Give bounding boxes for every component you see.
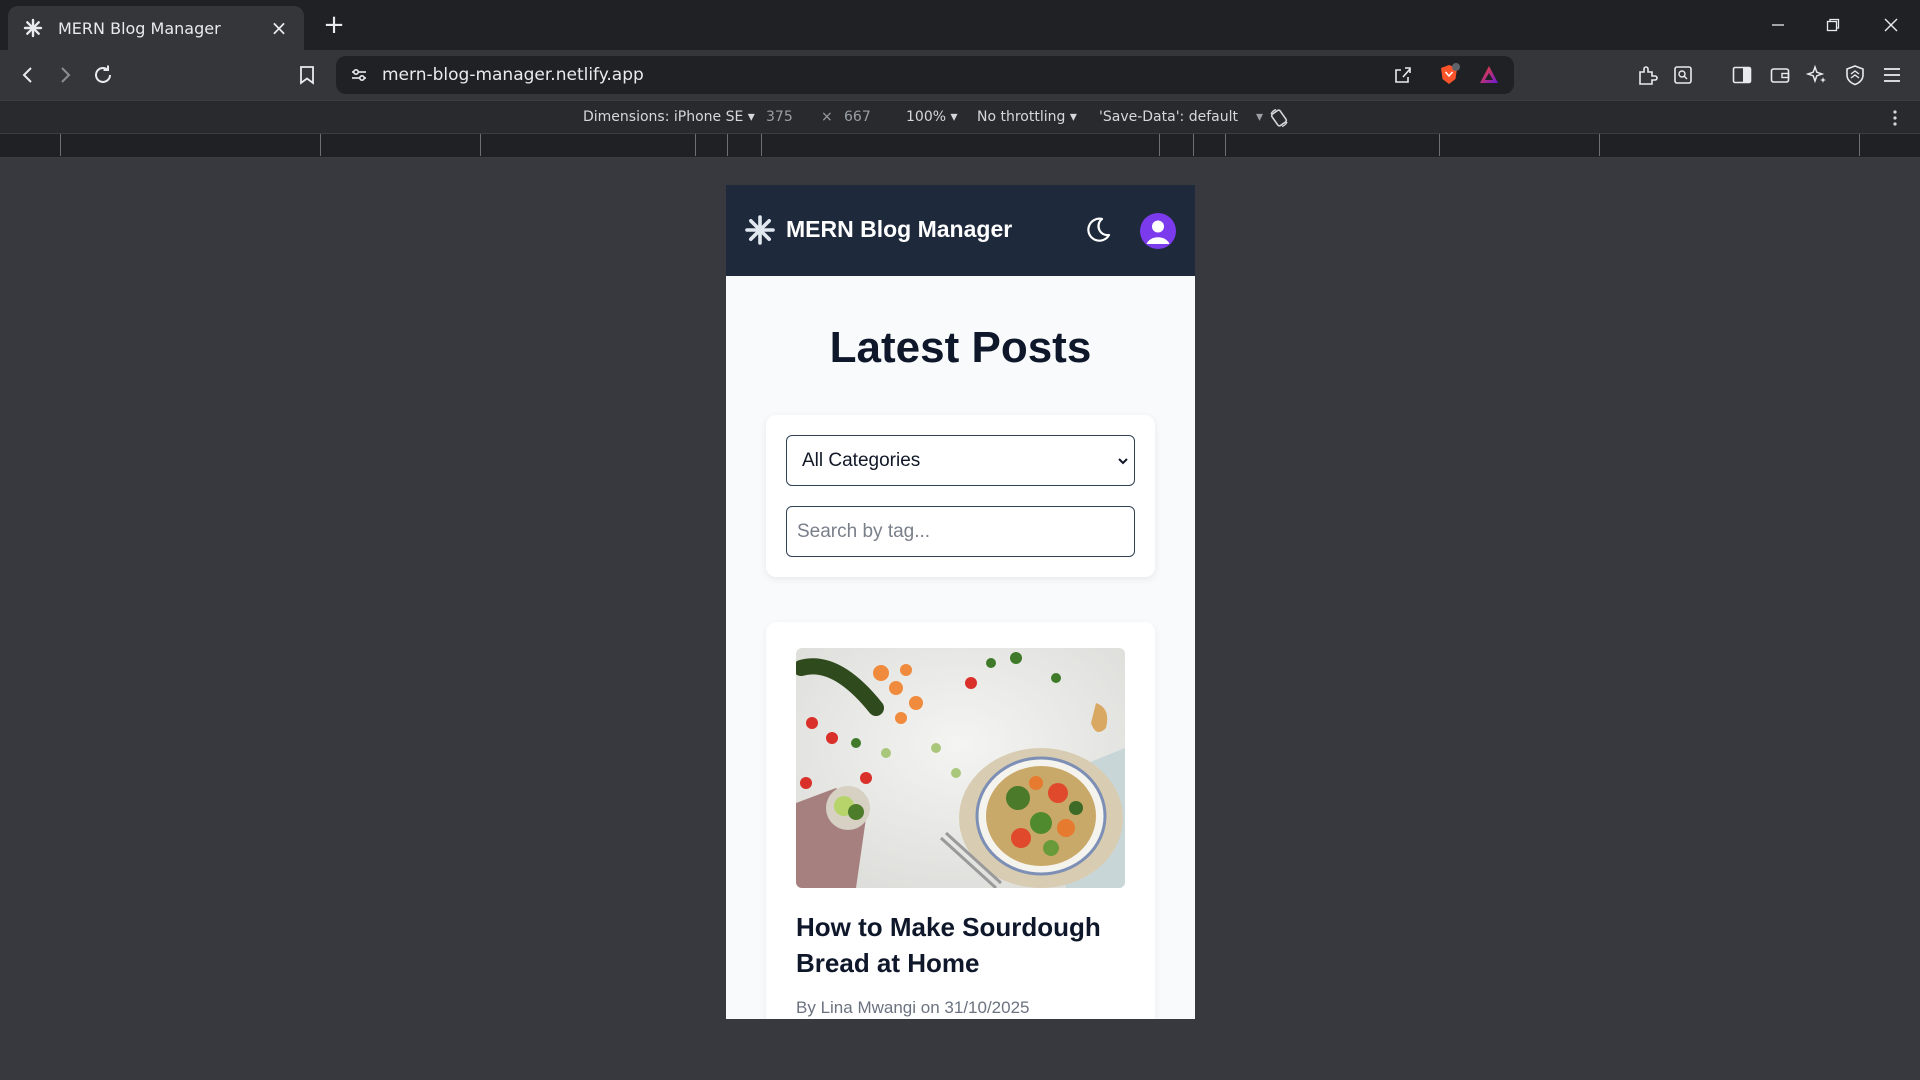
tab-title: MERN Blog Manager (58, 18, 221, 38)
category-select[interactable]: All Categories (786, 435, 1135, 486)
vpn-icon[interactable] (1840, 60, 1870, 90)
more-options-icon[interactable] (1880, 103, 1910, 133)
date-prefix: on (920, 998, 940, 1017)
forward-icon[interactable] (50, 60, 80, 90)
brave-rewards-icon[interactable] (1474, 60, 1504, 90)
extensions-icon[interactable] (1632, 60, 1662, 90)
sidebar-icon[interactable] (1727, 60, 1757, 90)
brave-shields-icon[interactable] (1434, 60, 1464, 90)
media-query-ruler (0, 134, 1920, 158)
restore-icon[interactable] (1818, 10, 1848, 40)
reader-mode-icon[interactable] (1668, 60, 1698, 90)
post-card[interactable]: How to Make Sourdough Bread at Home By L… (766, 622, 1155, 1019)
share-icon[interactable] (1388, 60, 1418, 90)
post-date: 31/10/2025 (944, 998, 1030, 1017)
throttling-dropdown[interactable]: No throttling ▾ (977, 109, 1077, 125)
browser-tab-active[interactable]: MERN Blog Manager × (8, 6, 304, 50)
post-meta: By Lina Mwangi on 31/10/2025 (796, 998, 1030, 1018)
back-icon[interactable] (13, 60, 43, 90)
bookmark-icon[interactable] (292, 60, 322, 90)
site-settings-icon[interactable] (344, 60, 374, 90)
filter-card: All Categories (766, 415, 1155, 577)
asterisk-logo-icon (744, 214, 776, 246)
moon-icon[interactable] (1081, 213, 1115, 247)
post-author: Lina Mwangi (820, 998, 917, 1017)
save-data-dropdown[interactable]: 'Save-Data': default ▾ (1099, 109, 1263, 125)
asterisk-icon (22, 17, 44, 39)
rotate-icon[interactable] (1264, 103, 1294, 133)
app-navbar: MERN Blog Manager (726, 185, 1195, 276)
category-select-value: All Categories (802, 450, 921, 471)
dimension-separator: × (821, 109, 833, 125)
reload-icon[interactable] (88, 60, 118, 90)
browser-tabstrip: MERN Blog Manager × + (0, 0, 1920, 50)
wallet-icon[interactable] (1765, 60, 1795, 90)
minimize-icon[interactable] (1763, 10, 1793, 40)
device-viewport: MERN Blog Manager Latest Posts All Categ… (726, 185, 1195, 1019)
author-prefix: By (796, 998, 816, 1017)
zoom-dropdown[interactable]: 100% ▾ (906, 109, 958, 125)
device-height-input[interactable]: 667 (844, 109, 871, 125)
brand-title[interactable]: MERN Blog Manager (786, 216, 1012, 243)
url-text: mern-blog-manager.netlify.app (382, 65, 644, 85)
new-tab-icon[interactable]: + (320, 12, 348, 38)
dimensions-dropdown[interactable]: Dimensions: iPhone SE ▾ (583, 109, 755, 125)
post-title[interactable]: How to Make Sourdough Bread at Home (796, 909, 1125, 981)
address-bar[interactable]: mern-blog-manager.netlify.app (336, 56, 1514, 94)
device-width-input[interactable]: 375 (766, 109, 793, 125)
tag-search-input[interactable] (786, 506, 1135, 557)
close-window-icon[interactable] (1876, 10, 1906, 40)
leo-ai-icon[interactable] (1802, 60, 1832, 90)
close-tab-icon[interactable]: × (268, 16, 290, 40)
device-toolbar: Dimensions: iPhone SE ▾ 375 × 667 100% ▾… (0, 100, 1920, 134)
menu-icon[interactable] (1877, 60, 1907, 90)
chevron-down-icon (1116, 453, 1130, 467)
user-avatar-icon[interactable] (1140, 213, 1176, 249)
page-title: Latest Posts (829, 323, 1092, 372)
browser-toolbar: mern-blog-manager.netlify.app (0, 50, 1920, 100)
post-image[interactable] (796, 648, 1125, 888)
